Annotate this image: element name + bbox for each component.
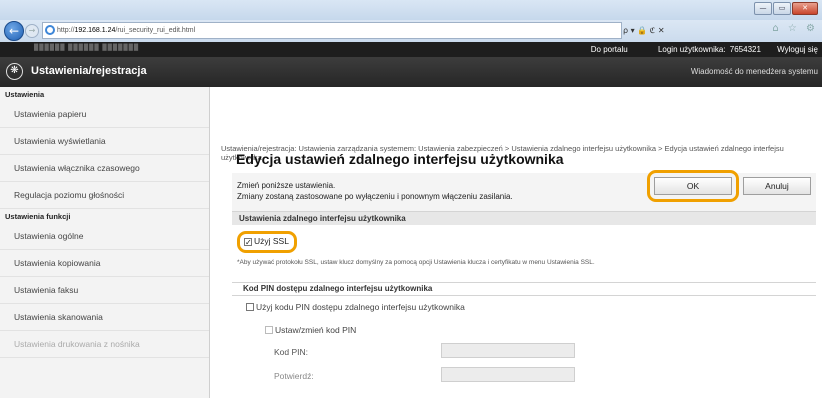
- close-window-button[interactable]: ✕: [792, 2, 818, 15]
- sidebar-heading-settings: Ustawienia: [5, 90, 45, 99]
- settings-registration-icon: ❋: [6, 63, 23, 80]
- sidebar: Ustawienia Ustawienia papieru Ustawienia…: [0, 87, 210, 398]
- login-info: Login użytkownika: 7654321: [644, 45, 761, 54]
- logout-link[interactable]: Wyloguj się: [777, 45, 818, 54]
- sidebar-item-general[interactable]: Ustawienia ogólne: [0, 223, 209, 250]
- pin-input[interactable]: [441, 343, 575, 358]
- cancel-button[interactable]: Anuluj: [743, 177, 811, 195]
- admin-message-link[interactable]: Wiadomość do menedżera systemu: [691, 67, 818, 76]
- window-controls: — ▭ ✕: [754, 2, 818, 15]
- ok-highlight: [647, 170, 739, 202]
- minimize-button[interactable]: —: [754, 2, 772, 15]
- portal-link[interactable]: Do portalu: [591, 45, 628, 54]
- section-remote-ui-pin: Kod PIN dostępu zdalnego interfejsu użyt…: [232, 282, 816, 296]
- url-host: 192.168.1.24: [74, 27, 116, 34]
- ssl-highlight: [237, 231, 297, 253]
- section-remote-ui-settings: Ustawienia zdalnego interfejsu użytkowni…: [232, 211, 816, 225]
- sidebar-item-copy[interactable]: Ustawienia kopiowania: [0, 250, 209, 277]
- browser-title-bar: — ▭ ✕: [0, 0, 822, 20]
- use-pin-checkbox[interactable]: [246, 303, 254, 311]
- sidebar-item-fax[interactable]: Ustawienia faksu: [0, 277, 209, 304]
- browser-nav-bar: ← → http://192.168.1.24/rui_security_rui…: [0, 20, 822, 42]
- device-name: ██████ ██████ ███████: [34, 45, 140, 51]
- app-header: ❋ Ustawienia/rejestracja Wiadomość do me…: [0, 57, 822, 87]
- sidebar-item-media-print[interactable]: Ustawienia drukowania z nośnika: [0, 331, 209, 358]
- sidebar-item-paper[interactable]: Ustawienia papieru: [0, 101, 209, 128]
- info-line-2: Zmiany zostaną zastosowane po wyłączeniu…: [237, 192, 513, 201]
- url-prefix: http://: [57, 27, 75, 34]
- pin-label: Kod PIN:: [274, 347, 309, 357]
- app-title: Ustawienia/rejestracja: [31, 65, 147, 77]
- page-title: Edycja ustawień zdalnego interfejsu użyt…: [236, 151, 564, 167]
- portal-links: Do portalu Login użytkownika: 7654321 Wy…: [577, 42, 818, 57]
- url-path: /rui_security_rui_edit.html: [115, 27, 196, 34]
- set-pin-label: Ustaw/zmień kod PIN: [275, 325, 357, 335]
- sidebar-item-volume[interactable]: Regulacja poziomu głośności: [0, 182, 209, 209]
- set-pin-option[interactable]: Ustaw/zmień kod PIN: [265, 325, 356, 335]
- sidebar-item-scan[interactable]: Ustawienia skanowania: [0, 304, 209, 331]
- login-value: 7654321: [729, 45, 761, 54]
- toolbar-icons[interactable]: ⌂ ☆ ⚙: [772, 23, 818, 34]
- use-pin-option[interactable]: Użyj kodu PIN dostępu zdalnego interfejs…: [246, 302, 465, 312]
- sidebar-item-timer[interactable]: Ustawienia włącznika czasowego: [0, 155, 209, 182]
- address-tools[interactable]: ρ ▾ 🔒 ℭ ✕: [623, 22, 743, 39]
- confirm-pin-input[interactable]: [441, 367, 575, 382]
- login-label: Login użytkownika:: [657, 45, 726, 54]
- portal-bar: ██████ ██████ ███████ Do portalu Login u…: [0, 42, 822, 57]
- address-bar[interactable]: http://192.168.1.24/rui_security_rui_edi…: [42, 22, 622, 39]
- browser-logo-icon: [45, 25, 55, 35]
- confirm-label: Potwierdź:: [274, 371, 314, 381]
- back-arrow-icon[interactable]: ←: [4, 21, 24, 41]
- sidebar-heading-functions: Ustawienia funkcji: [5, 212, 71, 221]
- maximize-button[interactable]: ▭: [773, 2, 791, 15]
- info-line-1: Zmień poniższe ustawienia.: [237, 181, 336, 190]
- sidebar-item-display[interactable]: Ustawienia wyświetlania: [0, 128, 209, 155]
- ssl-note: *Aby używać protokołu SSL, ustaw klucz d…: [237, 259, 595, 266]
- use-pin-label: Użyj kodu PIN dostępu zdalnego interfejs…: [256, 302, 465, 312]
- forward-arrow-icon[interactable]: →: [25, 24, 39, 38]
- set-pin-checkbox[interactable]: [265, 326, 273, 334]
